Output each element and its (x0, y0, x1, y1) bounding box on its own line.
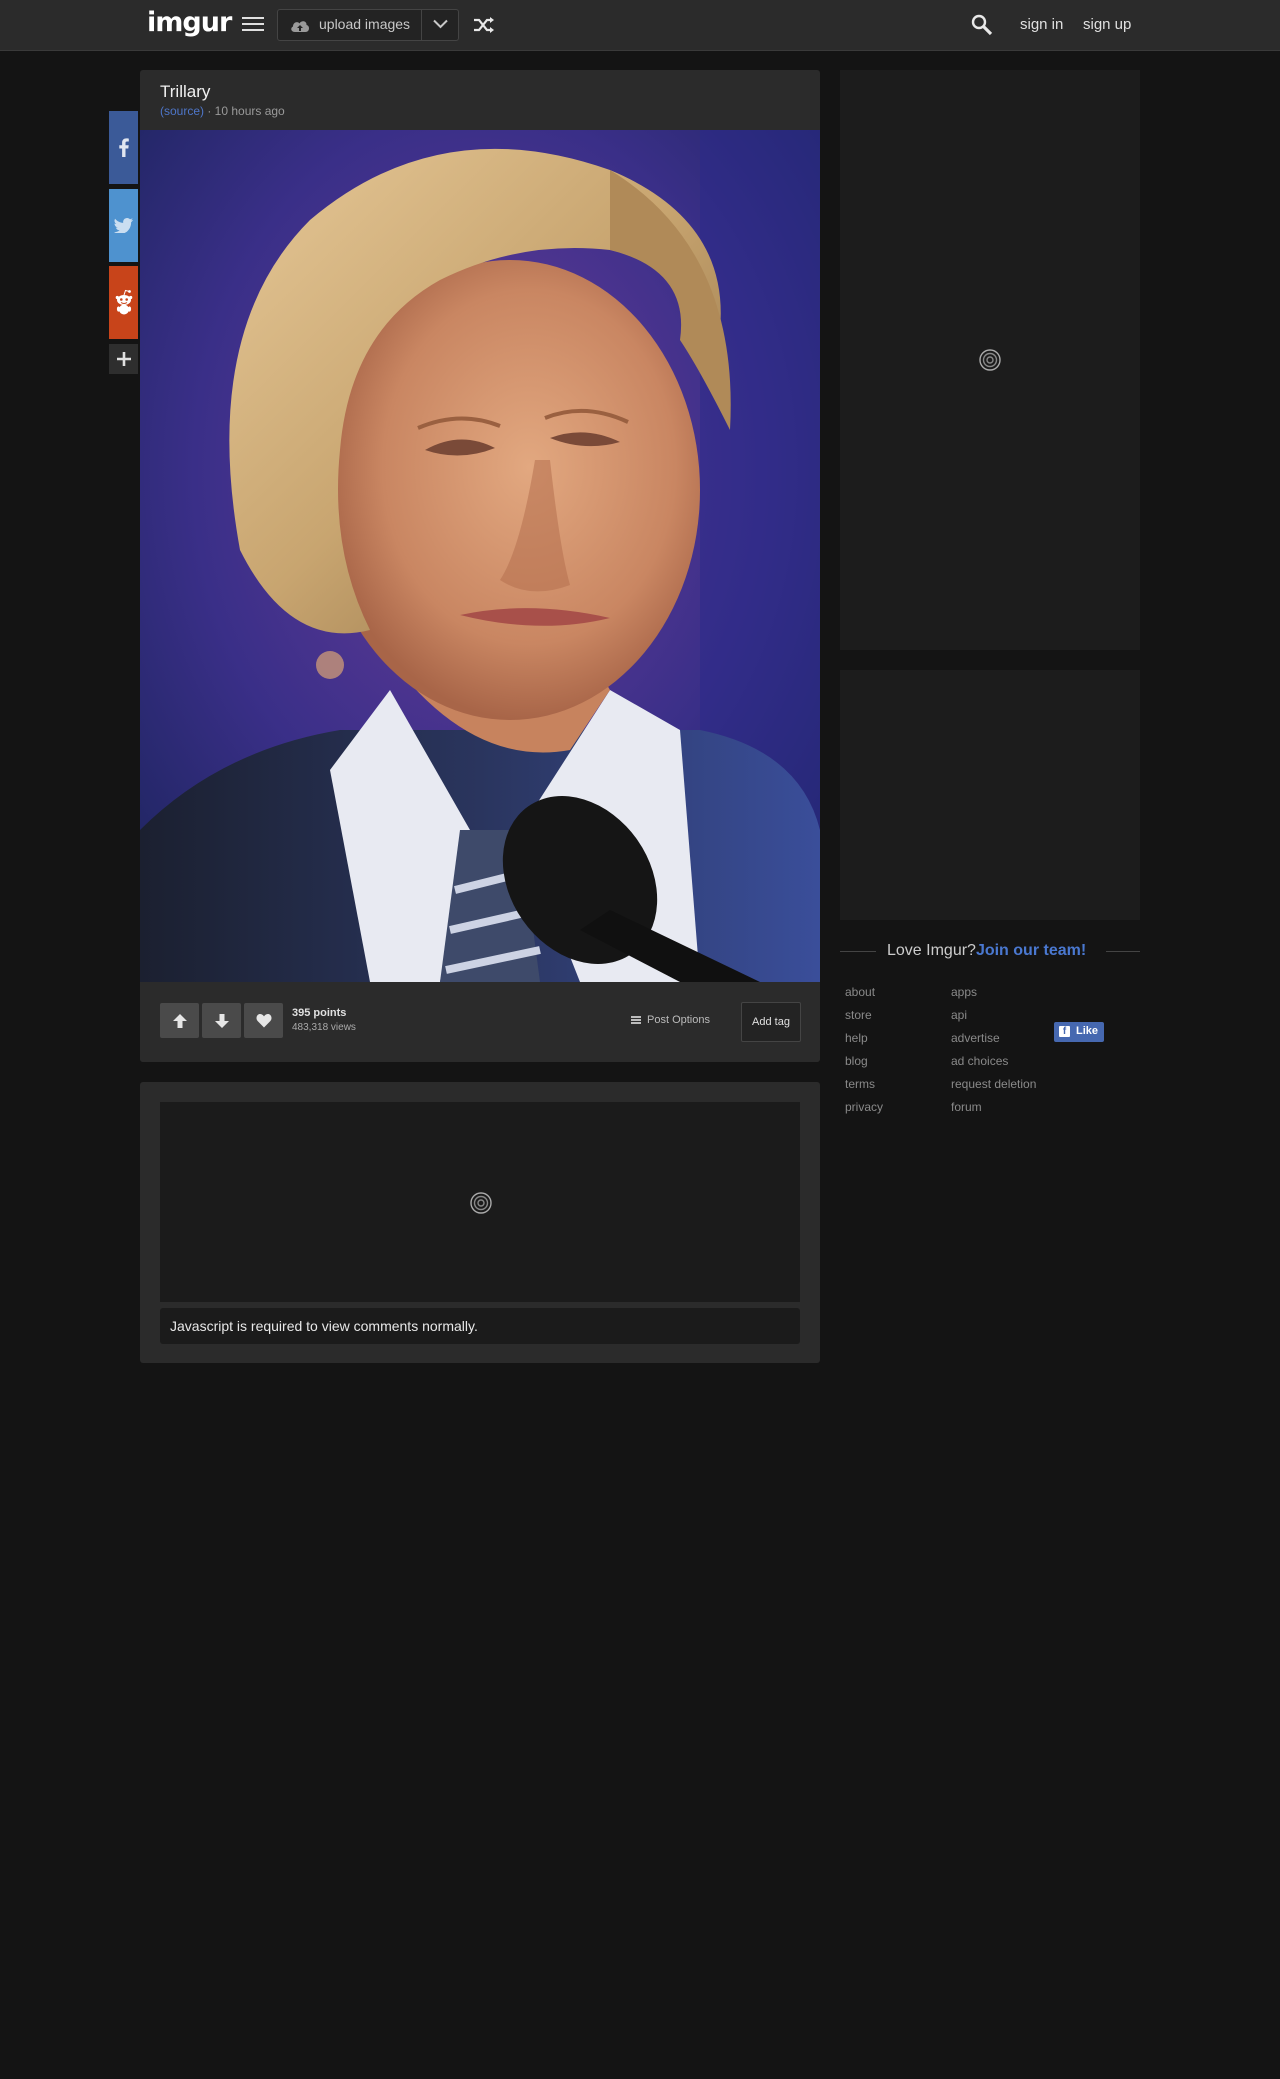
footer-link-forum[interactable]: forum (951, 1100, 982, 1114)
post-actions-bar: 395 points 483,318 views Post Options Ad… (140, 982, 820, 1062)
post-meta: (source) · 10 hours ago (160, 104, 285, 118)
add-tag-button[interactable]: Add tag (741, 1002, 801, 1042)
comments-panel: Javascript is required to view comments … (140, 1082, 820, 1363)
footer-link-privacy[interactable]: privacy (845, 1100, 883, 1114)
javascript-required-notice: Javascript is required to view comments … (160, 1308, 800, 1344)
post-title: Trillary (160, 82, 211, 101)
facebook-like-button[interactable]: f Like (1054, 1022, 1104, 1042)
share-more-button[interactable] (109, 344, 138, 374)
menu-icon (631, 1015, 641, 1026)
upload-images-label: upload images (319, 16, 411, 32)
post-age: · 10 hours ago (204, 104, 285, 118)
post-container: Trillary (source) · 10 hours ago (140, 70, 820, 1062)
footer-link-apps[interactable]: apps (951, 985, 977, 999)
upload-options-dropdown[interactable] (421, 10, 459, 40)
plus-icon (116, 352, 131, 366)
post-options-button[interactable]: Post Options (631, 1014, 710, 1026)
comments-loading-area (160, 1102, 800, 1302)
portrait-image (140, 130, 820, 982)
chevron-down-icon (433, 19, 448, 29)
upload-button-group: upload images (277, 9, 459, 41)
footer-link-blog[interactable]: blog (845, 1054, 868, 1068)
post-header: Trillary (source) · 10 hours ago (140, 70, 820, 130)
imgur-logo[interactable]: imgur (147, 7, 232, 38)
post-options-label: Post Options (647, 1014, 710, 1026)
javascript-required-text: Javascript is required to view comments … (170, 1318, 478, 1334)
footer-link-store[interactable]: store (845, 1008, 872, 1022)
loading-spinner-icon (979, 349, 1001, 371)
footer-link-advertise[interactable]: advertise (951, 1031, 1000, 1045)
points-count: 395 points (292, 1007, 347, 1019)
downvote-button[interactable] (202, 1003, 241, 1038)
reddit-icon (115, 289, 132, 315)
search-icon[interactable] (971, 14, 993, 36)
upvote-button[interactable] (160, 1003, 199, 1038)
upload-images-button[interactable]: upload images (278, 10, 421, 40)
loading-spinner-icon (470, 1192, 492, 1214)
divider-left (840, 951, 876, 952)
footer-link-about[interactable]: about (845, 985, 875, 999)
sign-up-link[interactable]: sign up (1083, 16, 1131, 33)
footer-link-request-deletion[interactable]: request deletion (951, 1077, 1036, 1091)
views-count: 483,318 views (292, 1022, 356, 1033)
love-imgur-text: Love Imgur?Join our team! (887, 942, 1086, 960)
downvote-icon (214, 1013, 229, 1028)
facebook-icon: f (1059, 1026, 1070, 1037)
love-imgur-banner: Love Imgur?Join our team! (840, 940, 1140, 964)
advertisement-bottom[interactable] (840, 670, 1140, 920)
twitter-icon (114, 218, 133, 233)
divider-right (1106, 951, 1140, 952)
source-link[interactable]: (source) (160, 104, 204, 118)
top-navigation-bar: imgur upload images sign in sign up (0, 0, 1280, 51)
share-facebook-button[interactable] (109, 111, 138, 184)
cloud-upload-icon (291, 21, 310, 32)
love-imgur-question: Love Imgur? (887, 942, 976, 959)
upvote-icon (172, 1013, 187, 1028)
footer-link-ad-choices[interactable]: ad choices (951, 1054, 1008, 1068)
join-our-team-link[interactable]: Join our team! (976, 942, 1086, 959)
share-reddit-button[interactable] (109, 266, 138, 339)
shuffle-icon[interactable] (473, 16, 495, 34)
sign-in-link[interactable]: sign in (1020, 16, 1063, 33)
facebook-like-label: Like (1076, 1025, 1099, 1037)
footer-link-api[interactable]: api (951, 1008, 967, 1022)
post-image[interactable] (140, 130, 820, 1050)
advertisement-top[interactable] (840, 70, 1140, 650)
footer-link-terms[interactable]: terms (845, 1077, 875, 1091)
favorite-button[interactable] (244, 1003, 283, 1038)
footer-link-help[interactable]: help (845, 1031, 868, 1045)
menu-icon[interactable] (242, 17, 264, 33)
heart-icon (255, 1014, 272, 1028)
share-twitter-button[interactable] (109, 189, 138, 262)
facebook-icon (118, 138, 129, 157)
